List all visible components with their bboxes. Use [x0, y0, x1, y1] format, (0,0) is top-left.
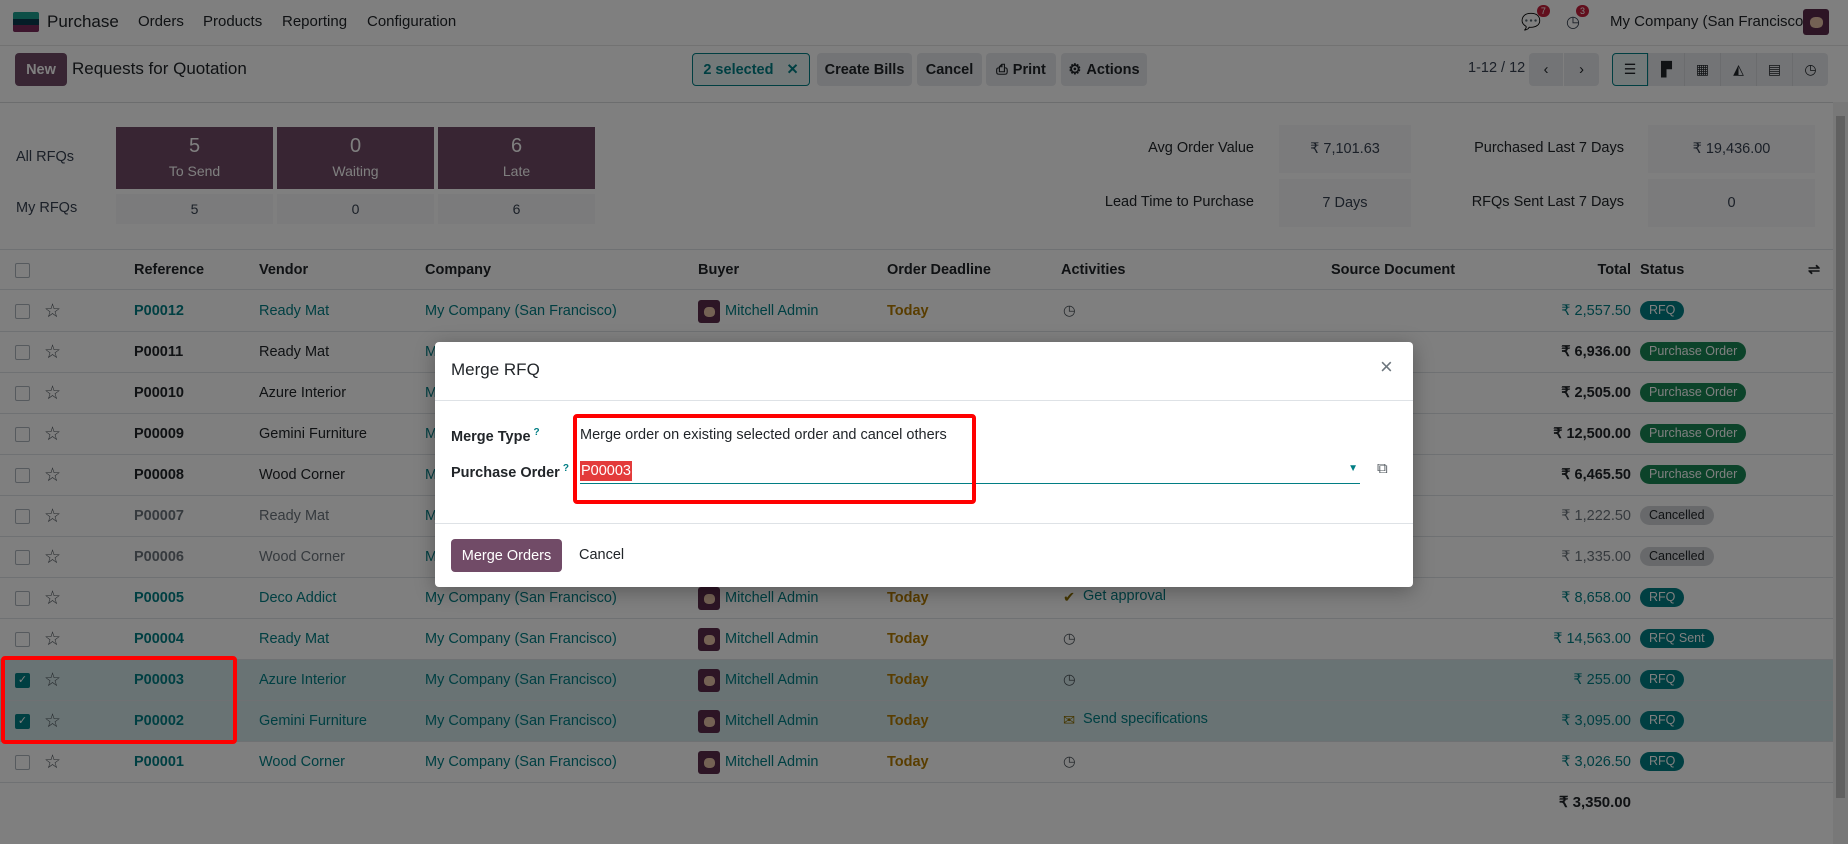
highlight-selected-rows	[1, 656, 237, 744]
dropdown-caret-icon[interactable]: ▼	[1348, 463, 1358, 474]
cancel-button[interactable]: Cancel	[579, 547, 624, 563]
merge-rfq-dialog: Merge RFQ × Merge Type? Merge order on e…	[435, 342, 1413, 587]
purchase-order-label: Purchase Order?	[451, 463, 569, 481]
merge-type-label: Merge Type?	[451, 427, 540, 445]
dialog-title: Merge RFQ	[451, 360, 540, 379]
purchase-order-label-text: Purchase Order	[451, 464, 560, 481]
merge-orders-button[interactable]: Merge Orders	[451, 539, 562, 572]
footer-divider	[435, 523, 1413, 524]
merge-type-label-text: Merge Type	[451, 428, 531, 445]
close-icon[interactable]: ×	[1380, 354, 1393, 380]
help-icon[interactable]: ?	[563, 463, 569, 474]
help-icon[interactable]: ?	[534, 427, 540, 438]
external-link-icon[interactable]: ⧉	[1377, 460, 1388, 477]
header-divider	[435, 400, 1413, 401]
highlight-merge-fields	[573, 414, 976, 504]
